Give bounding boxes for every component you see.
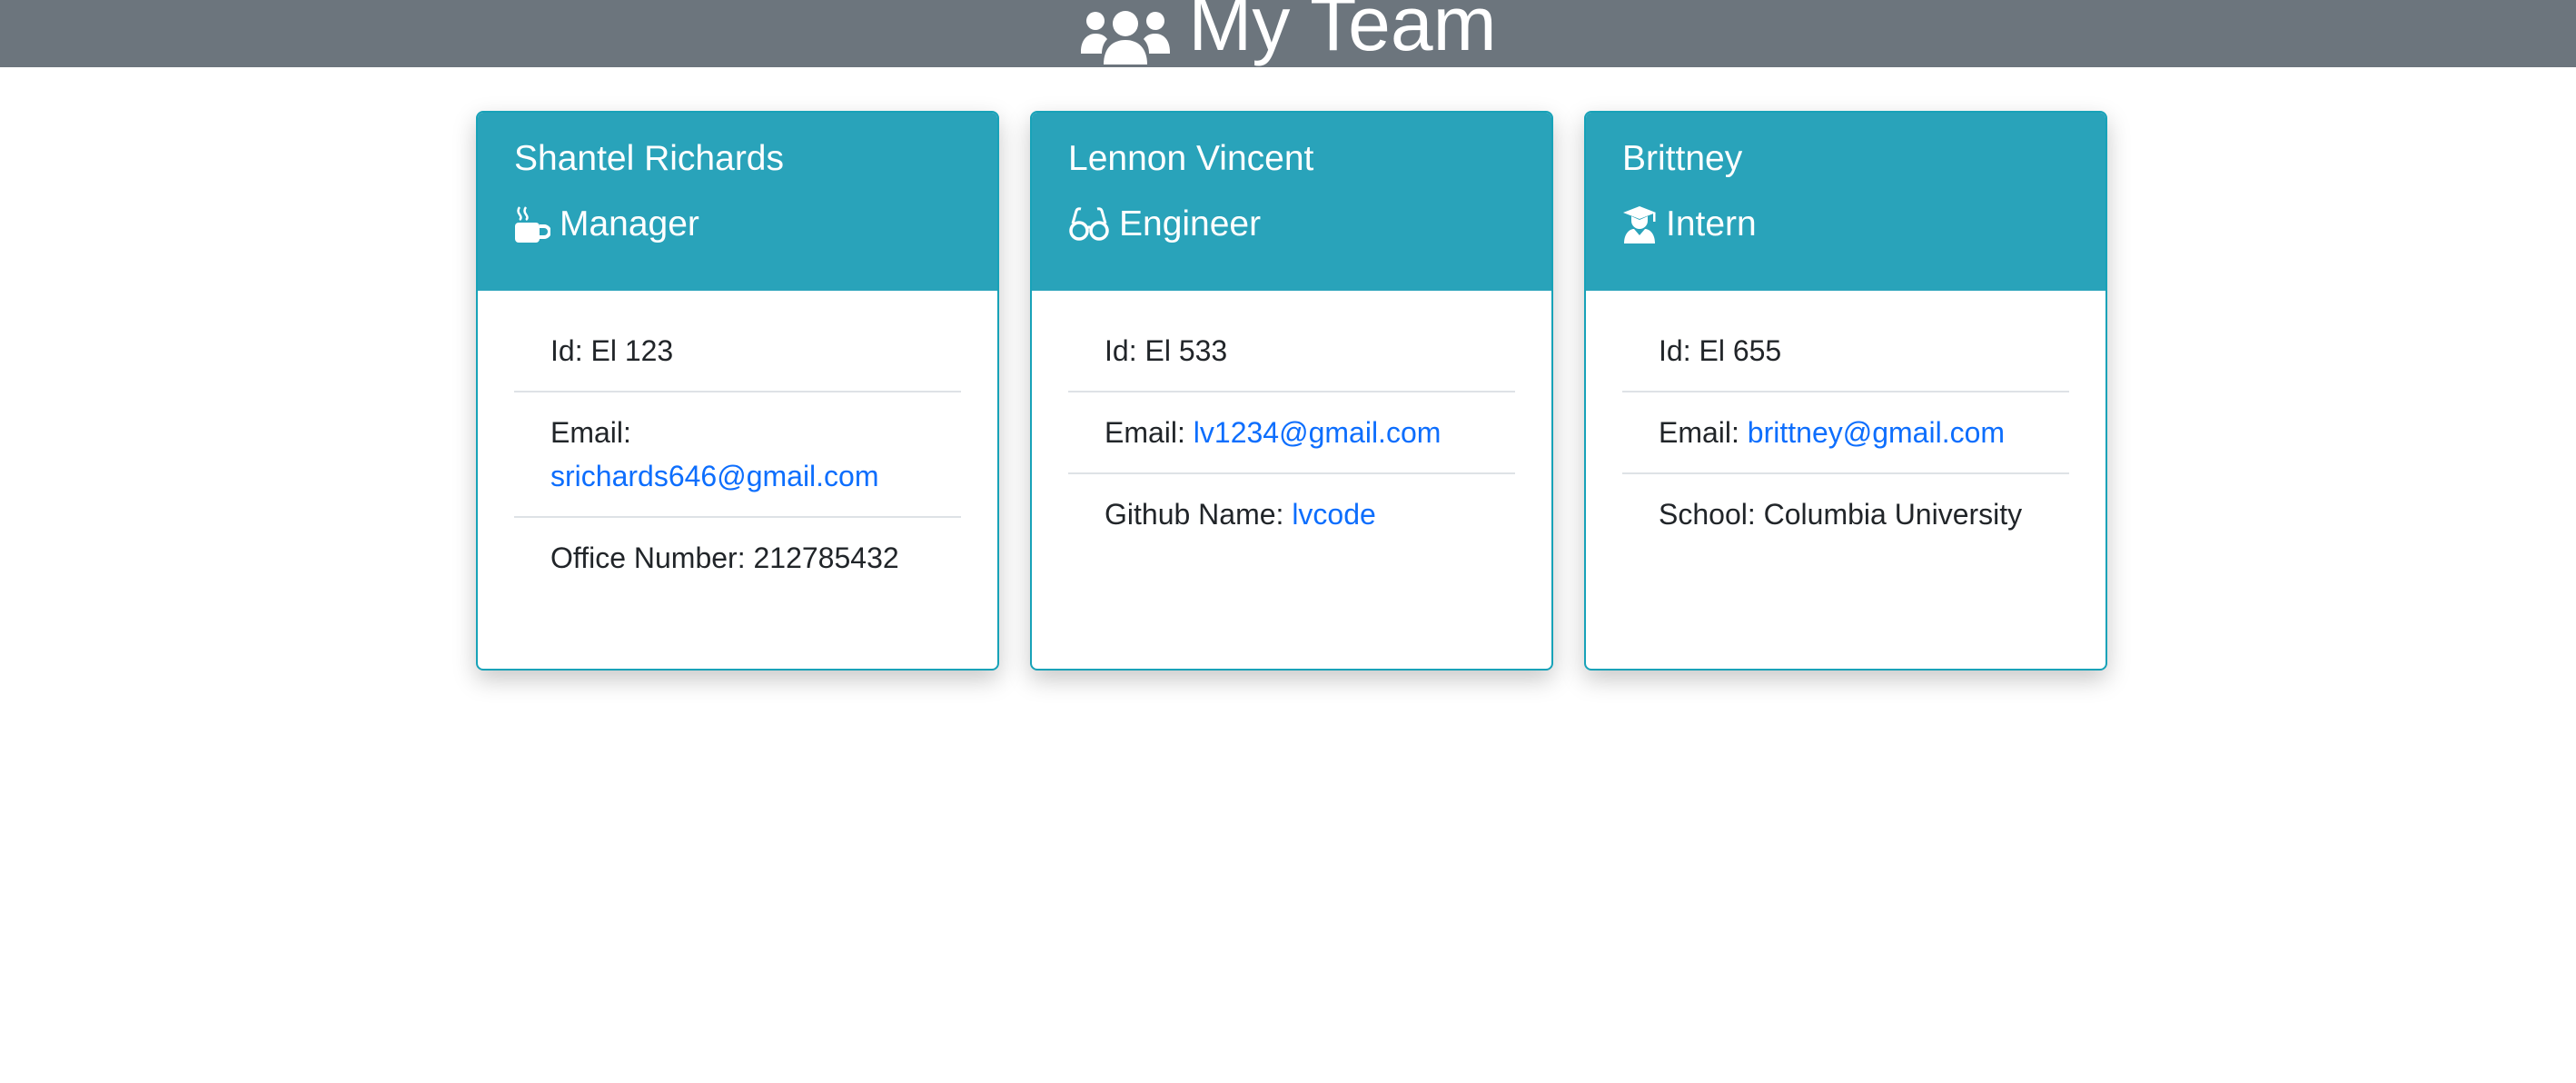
id-label: Id: [1105,334,1137,367]
card-header: Lennon Vincent Engineer [1032,113,1551,291]
list-item-email: Email: brittney@gmail.com [1622,392,2069,474]
email-label: Email: [1105,416,1185,449]
email-link[interactable]: brittney@gmail.com [1748,416,2005,449]
id-label: Id: [1659,334,1691,367]
list-item-email: Email: lv1234@gmail.com [1068,392,1515,474]
list-item-office: Office Number: 212785432 [514,518,961,598]
email-label: Email: [550,416,631,449]
email-link[interactable]: srichards646@gmail.com [550,460,879,492]
office-number-value: 212785432 [753,542,899,574]
employee-card-manager: Shantel Richards Manager Id: El 123 Emai… [476,111,999,671]
employee-role: Manager [514,200,961,249]
list-item-github: Github Name: lvcode [1068,474,1515,554]
id-value: El 655 [1699,334,1782,367]
email-link[interactable]: lv1234@gmail.com [1194,416,1442,449]
school-value: Columbia University [1763,498,2023,531]
employee-name: Brittney [1622,139,1743,178]
id-value: El 533 [1144,334,1228,367]
page-title: My Team [1079,0,1497,66]
user-graduate-icon [1622,205,1657,243]
page-title-text: My Team [1188,0,1497,66]
email-label: Email: [1659,416,1739,449]
github-link[interactable]: lvcode [1292,498,1376,531]
employee-card-engineer: Lennon Vincent Engineer Id: El 533 Email… [1030,111,1553,671]
school-label: School: [1659,498,1756,531]
list-item-id: Id: El 533 [1068,311,1515,392]
card-body: Id: El 655 Email: brittney@gmail.com Sch… [1586,291,2105,554]
list-item-id: Id: El 123 [514,311,961,392]
team-cards: Shantel Richards Manager Id: El 123 Emai… [476,111,2107,671]
employee-role: Intern [1622,200,2069,249]
employee-name: Shantel Richards [514,139,784,178]
github-label: Github Name: [1105,498,1284,531]
employee-card-intern: Brittney Intern Id: El 655 Email: brittn… [1584,111,2107,671]
id-label: Id: [550,334,583,367]
employee-role: Engineer [1068,200,1515,249]
role-label: Intern [1666,204,1757,243]
mug-hot-icon [514,205,551,243]
id-value: El 123 [590,334,674,367]
users-icon [1079,0,1172,65]
card-header: Brittney Intern [1586,113,2105,291]
employee-name: Lennon Vincent [1068,139,1314,178]
glasses-icon [1068,205,1110,243]
role-label: Engineer [1119,204,1262,243]
card-header: Shantel Richards Manager [478,113,997,291]
card-body: Id: El 533 Email: lv1234@gmail.com Githu… [1032,291,1551,554]
list-item-school: School: Columbia University [1622,474,2069,554]
page-header: My Team [0,0,2576,67]
office-number-label: Office Number: [550,542,746,574]
role-label: Manager [560,204,699,243]
card-body: Id: El 123 Email: srichards646@gmail.com… [478,291,997,598]
list-item-email: Email: srichards646@gmail.com [514,392,961,518]
list-item-id: Id: El 655 [1622,311,2069,392]
